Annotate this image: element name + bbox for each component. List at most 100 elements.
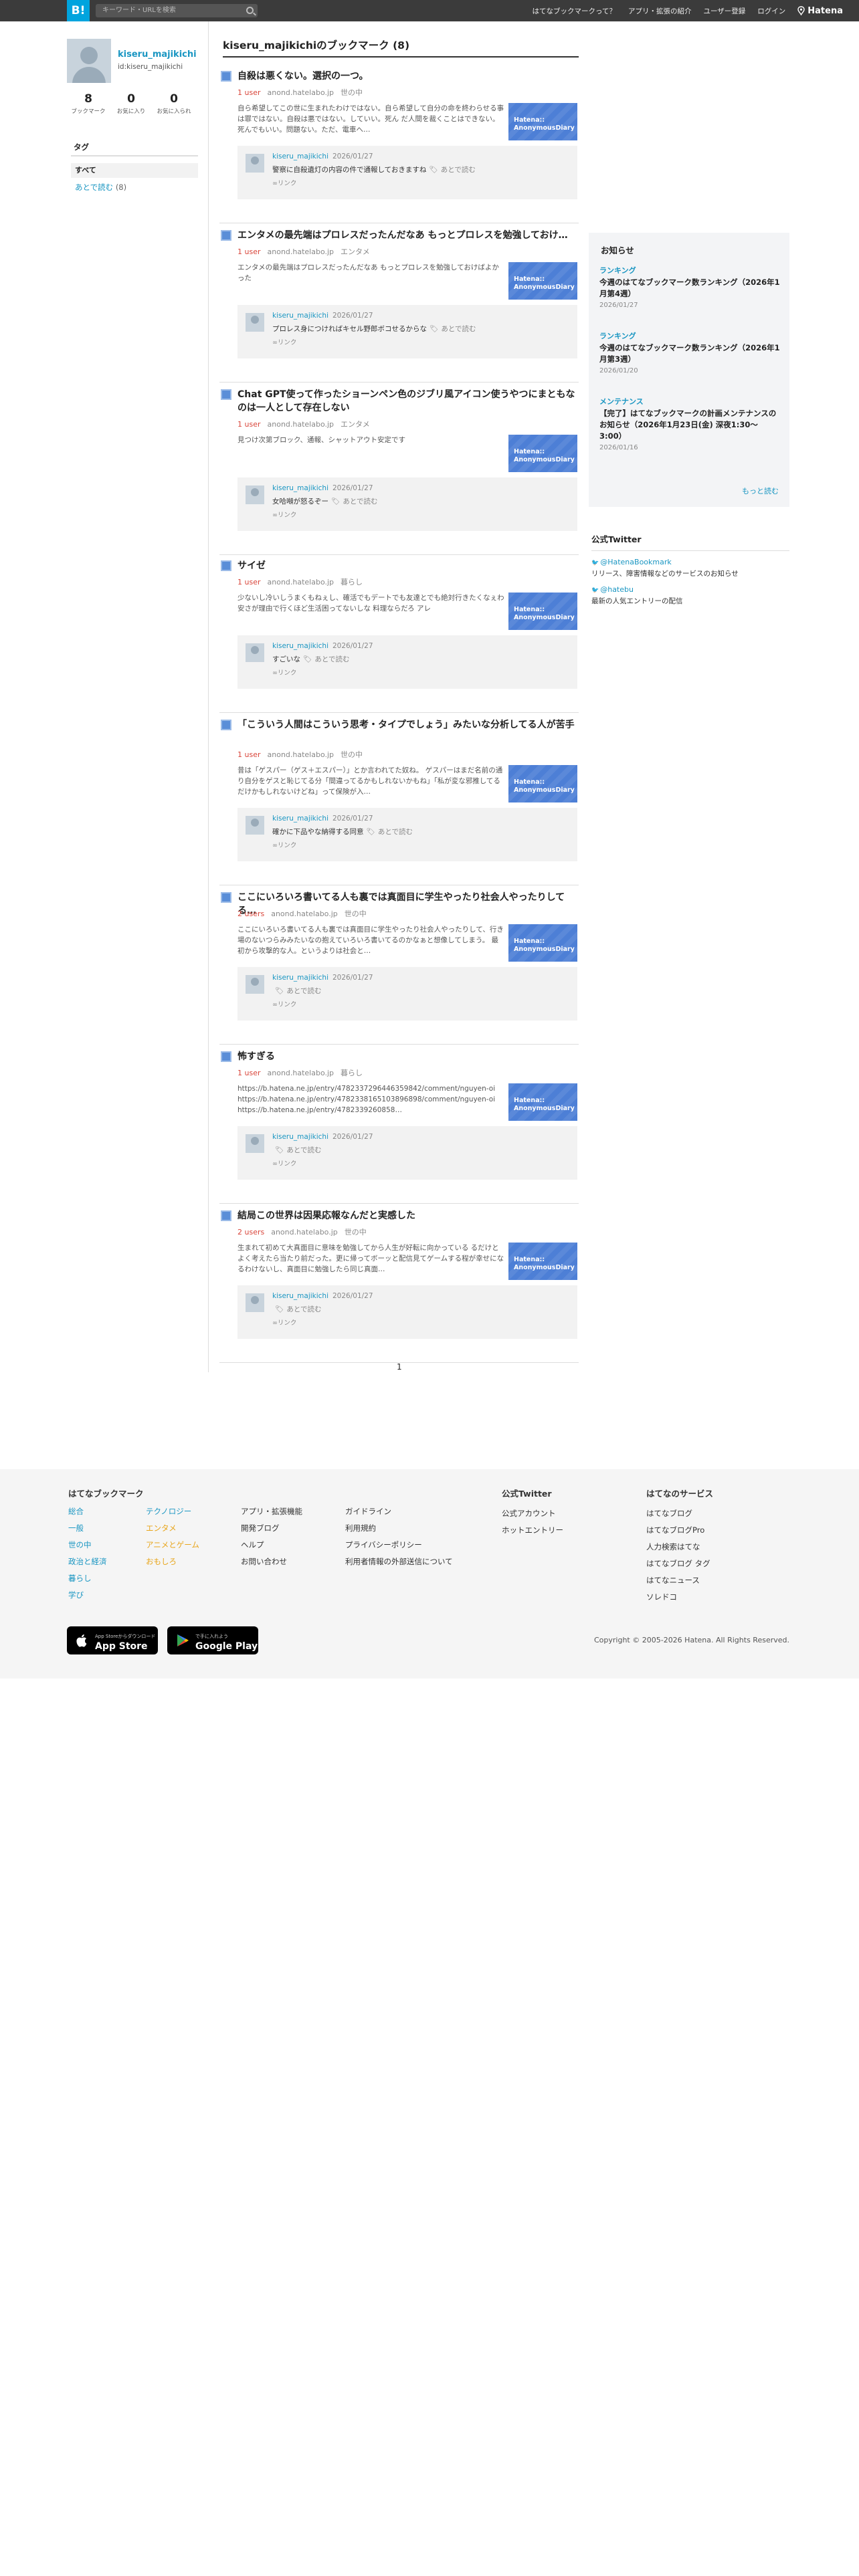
news-category[interactable]: ランキング [599,330,780,341]
entry-users[interactable]: 2 users [237,1228,264,1237]
entry-users[interactable]: 2 users [237,909,264,918]
entry-title[interactable]: Chat GPT使って作ったショーンペン色のジブリ風アイコン使うやつにまともなの… [237,388,577,415]
footer-link[interactable]: ソレドコ [646,1589,713,1606]
comment-tag[interactable]: あとで読む [441,166,476,174]
footer-link[interactable]: 学び [68,1587,107,1604]
comment-link[interactable]: ∞リンク [272,999,296,1008]
news-item[interactable]: メンテナンス 【完了】はてなブックマークの計画メンテナンスのお知らせ（2026年… [599,396,780,451]
comment-link[interactable]: ∞リンク [272,1158,296,1168]
footer-link[interactable]: おもしろ [146,1553,199,1570]
entry-thumbnail[interactable]: Hatena:: AnonymousDiary [508,103,577,140]
footer-link[interactable]: ヘルプ [241,1537,302,1553]
tag-read-later-label[interactable]: あとで読む [75,183,113,192]
comment-tag[interactable]: あとで読む [286,987,321,995]
entry-users[interactable]: 1 user [237,88,261,97]
entry-title[interactable]: エンタメの最先端はプロレスだったんだなあ もっとプロレスを勉強しておけ… [237,229,577,242]
comment-tag[interactable]: あとで読む [343,498,377,506]
news-category[interactable]: メンテナンス [599,396,780,407]
footer-link[interactable]: はてなブログ タグ [646,1555,713,1572]
comment-tag[interactable]: あとで読む [286,1146,321,1154]
comment-user[interactable]: kiseru_majikichi [272,312,328,320]
footer-link[interactable]: 人力検索はてな [646,1539,713,1555]
comment-link[interactable]: ∞リンク [272,510,296,519]
stat-favorited[interactable]: 0 お気に入られ [153,92,195,115]
entry-thumbnail[interactable]: Hatena:: AnonymousDiary [508,1243,577,1280]
comment-link[interactable]: ∞リンク [272,337,296,346]
entry-category[interactable]: エンタメ [341,247,370,256]
footer-link[interactable]: プライバシーポリシー [345,1537,453,1553]
footer-link[interactable]: はてなブログ [646,1505,713,1522]
search-input[interactable]: キーワード・URLを検索 [96,4,258,17]
avatar[interactable] [246,816,264,835]
footer-link[interactable]: 総合 [68,1503,107,1520]
news-more-link[interactable]: もっと読む [742,486,779,496]
footer-link[interactable]: 開発ブログ [241,1520,302,1537]
comment-user[interactable]: kiseru_majikichi [272,1133,328,1141]
entry-thumbnail[interactable]: Hatena:: AnonymousDiary [508,593,577,630]
avatar[interactable] [246,1134,264,1153]
nav-about[interactable]: はてなブックマークって？ [533,6,616,16]
avatar[interactable] [246,975,264,994]
entry-title[interactable]: サイゼ [237,559,577,572]
footer-link[interactable]: アプリ・拡張機能 [241,1503,302,1520]
footer-link[interactable]: 利用者情報の外部送信について [345,1553,453,1570]
footer-link[interactable]: 公式アカウント [502,1505,563,1522]
stat-favorites[interactable]: 0 お気に入り [110,92,153,115]
comment-user[interactable]: kiseru_majikichi [272,152,328,160]
nav-login[interactable]: ログイン [757,6,785,16]
entry-category[interactable]: 世の中 [341,88,363,97]
comment-link[interactable]: ∞リンク [272,667,296,677]
pager-current[interactable]: 1 [397,1362,402,1372]
footer-link[interactable]: はてなニュース [646,1572,713,1589]
search-icon[interactable] [246,7,254,14]
entry-thumbnail[interactable]: Hatena:: AnonymousDiary [508,262,577,300]
entry-domain[interactable]: anond.hatelabo.jp [268,1069,335,1077]
entry-category[interactable]: エンタメ [341,420,370,429]
comment-user[interactable]: kiseru_majikichi [272,642,328,650]
app-store-badge[interactable]: App Storeからダウンロード App Store [67,1626,158,1654]
comment-user[interactable]: kiseru_majikichi [272,974,328,982]
comment-user[interactable]: kiseru_majikichi [272,1292,328,1300]
entry-users[interactable]: 1 user [237,578,261,586]
entry-category[interactable]: 世の中 [345,1228,367,1237]
entry-users[interactable]: 1 user [237,750,261,759]
entry-title[interactable]: 結局この世界は因果応報なんだと実感した [237,1209,577,1222]
google-play-badge[interactable]: で手に入れよう Google Play [167,1626,258,1654]
twitter-handle-link[interactable]: @hatebu [591,585,789,594]
hatena-brand[interactable]: Hatena [797,6,843,16]
entry-category[interactable]: 世の中 [341,750,363,759]
footer-link[interactable]: 暮らし [68,1570,107,1587]
stat-bookmarks[interactable]: 8 ブックマーク [67,92,110,115]
footer-link[interactable]: ホットエントリー [502,1522,563,1539]
entry-title[interactable]: 自殺は悪くない。選択の一つ。 [237,70,577,83]
news-title[interactable]: 【完了】はてなブックマークの計画メンテナンスのお知らせ（2026年1月23日(金… [599,408,780,442]
news-item[interactable]: ランキング 今週のはてなブックマーク数ランキング（2026年1月第3週） 202… [599,330,780,374]
entry-category[interactable]: 暮らし [341,578,363,586]
profile-username[interactable]: kiseru_majikichi [118,49,205,60]
nav-register[interactable]: ユーザー登録 [703,6,745,16]
entry-users[interactable]: 1 user [237,247,261,256]
avatar[interactable] [246,486,264,504]
comment-tag[interactable]: あとで読む [441,325,476,333]
entry-thumbnail[interactable]: Hatena:: AnonymousDiary [508,435,577,472]
footer-link[interactable]: 政治と経済 [68,1553,107,1570]
entry-domain[interactable]: anond.hatelabo.jp [271,909,338,918]
entry-domain[interactable]: anond.hatelabo.jp [268,420,335,429]
tag-read-later[interactable]: あとで読む (8) [75,182,126,193]
footer-link[interactable]: はてなブログPro [646,1522,713,1539]
news-item[interactable]: ランキング 今週のはてなブックマーク数ランキング（2026年1月第4週） 202… [599,265,780,309]
entry-thumbnail[interactable]: Hatena:: AnonymousDiary [508,765,577,802]
news-title[interactable]: 今週のはてなブックマーク数ランキング（2026年1月第3週） [599,342,780,365]
entry-domain[interactable]: anond.hatelabo.jp [271,1228,338,1237]
footer-link[interactable]: ガイドライン [345,1503,453,1520]
footer-link[interactable]: テクノロジー [146,1503,199,1520]
footer-link[interactable]: 利用規約 [345,1520,453,1537]
entry-users[interactable]: 1 user [237,1069,261,1077]
news-title[interactable]: 今週のはてなブックマーク数ランキング（2026年1月第4週） [599,277,780,300]
footer-link[interactable]: お問い合わせ [241,1553,302,1570]
footer-link[interactable]: 世の中 [68,1537,107,1553]
comment-tag[interactable]: あとで読む [378,828,413,836]
news-category[interactable]: ランキング [599,265,780,276]
avatar[interactable] [246,1293,264,1312]
comment-tag[interactable]: あとで読む [286,1305,321,1313]
